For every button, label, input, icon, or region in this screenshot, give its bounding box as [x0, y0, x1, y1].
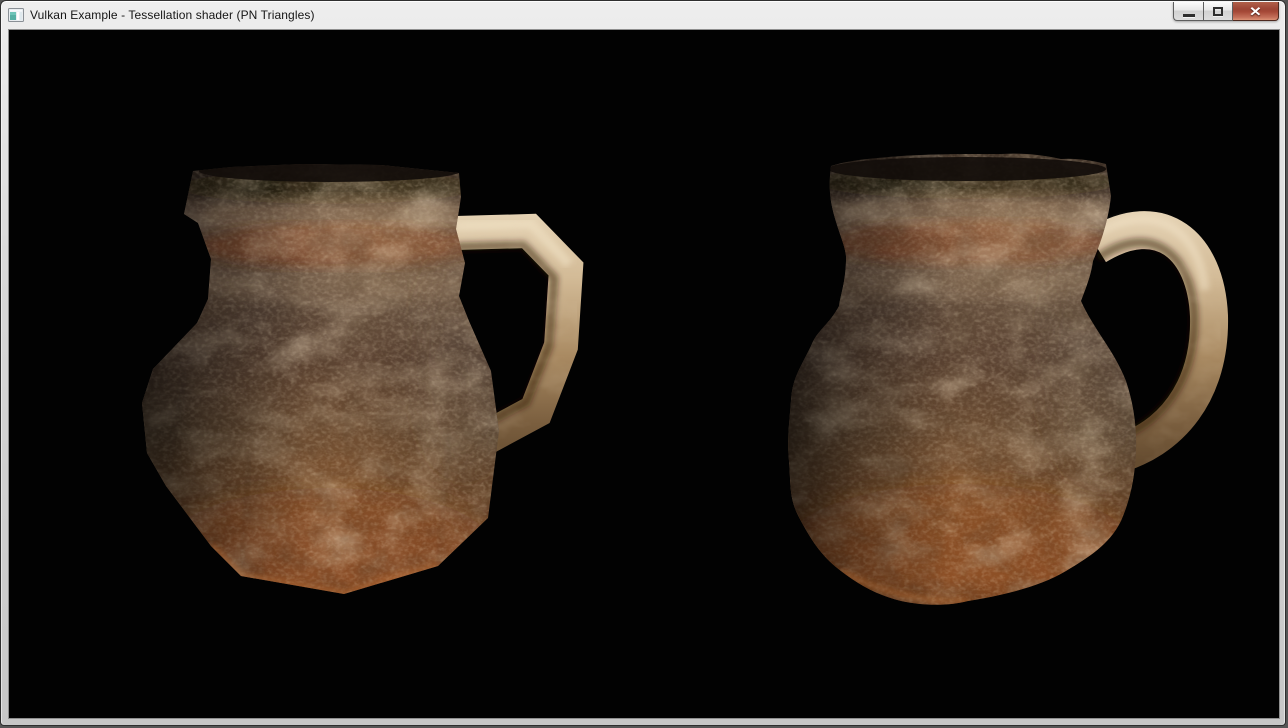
vulkan-scene: [9, 30, 1279, 718]
app-icon[interactable]: [8, 7, 24, 23]
maximize-icon: [1213, 7, 1223, 16]
close-icon: ✕: [1249, 5, 1262, 18]
render-viewport[interactable]: [8, 29, 1280, 719]
minimize-button[interactable]: [1173, 2, 1203, 21]
application-window: Vulkan Example - Tessellation shader (PN…: [0, 0, 1286, 726]
maximize-button[interactable]: [1203, 2, 1233, 21]
minimize-icon: [1183, 14, 1195, 17]
close-button[interactable]: ✕: [1233, 2, 1279, 21]
window-title: Vulkan Example - Tessellation shader (PN…: [30, 8, 315, 22]
titlebar[interactable]: Vulkan Example - Tessellation shader (PN…: [1, 1, 1285, 29]
window-controls: ✕: [1173, 2, 1279, 21]
